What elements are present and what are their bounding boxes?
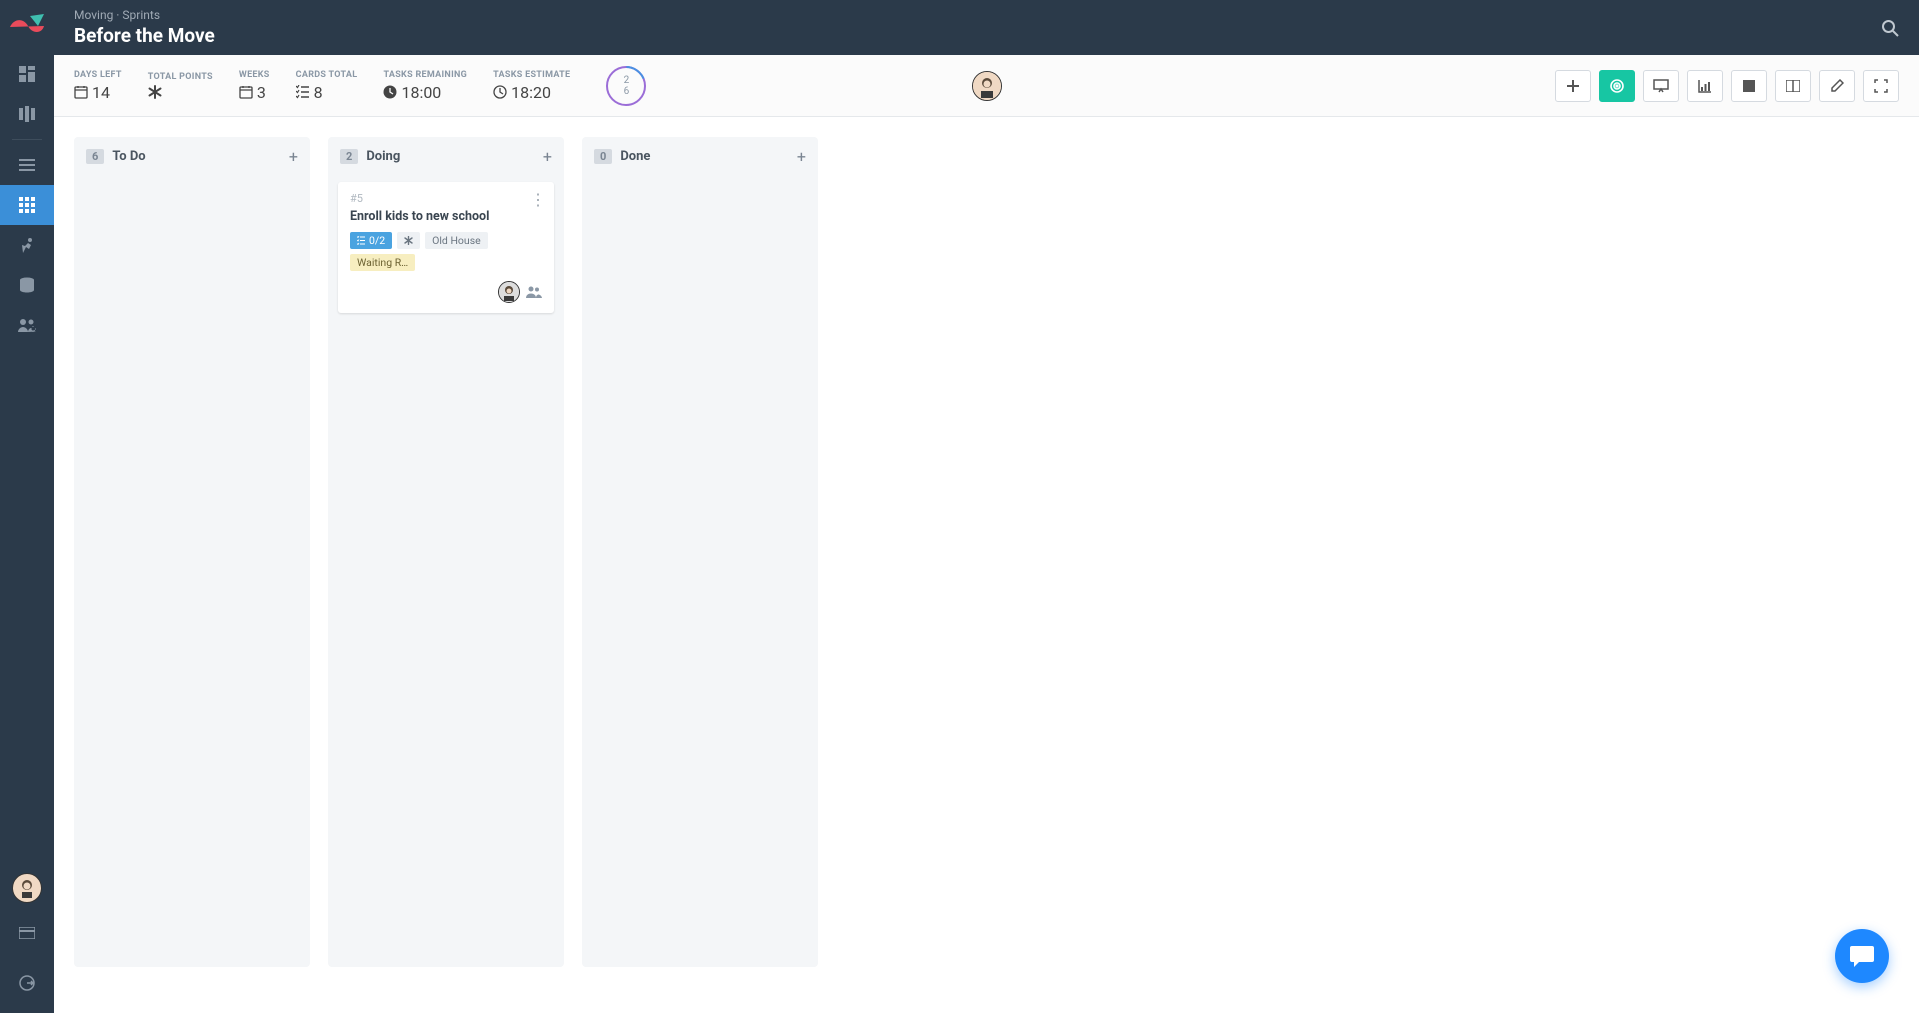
- left-sidebar: [0, 0, 54, 1013]
- list-icon: [19, 157, 35, 173]
- logout-icon: [19, 975, 35, 991]
- column-add-button[interactable]: +: [797, 147, 806, 166]
- stat-cards-total: CARDS TOTAL 8: [296, 70, 358, 102]
- plus-icon: [1567, 80, 1579, 92]
- checklist-icon: [357, 236, 366, 245]
- header-search-button[interactable]: [1881, 19, 1899, 37]
- checklist-icon: [296, 85, 310, 99]
- card-id: #5: [350, 192, 542, 205]
- columns-icon: [19, 106, 35, 122]
- assignee-avatar-header[interactable]: [972, 71, 1002, 101]
- database-icon: [19, 277, 35, 293]
- search-icon: [1881, 19, 1899, 37]
- breadcrumb[interactable]: Moving · Sprints: [74, 8, 215, 22]
- card-tag-waiting[interactable]: Waiting R…: [350, 254, 415, 271]
- column-count: 2: [340, 149, 358, 164]
- toolbar-fullscreen-button[interactable]: [1863, 70, 1899, 102]
- toolbar-edit-button[interactable]: [1819, 70, 1855, 102]
- fullscreen-icon: [1874, 79, 1888, 93]
- clock-outline-icon: [493, 85, 507, 99]
- toolbar-add-button[interactable]: [1555, 70, 1591, 102]
- top-header: Moving · Sprints Before the Move: [54, 0, 1919, 55]
- stat-tasks-remaining: TASKS REMAINING 18:00: [383, 70, 467, 102]
- chat-bubble-button[interactable]: [1835, 929, 1889, 983]
- kanban-board: 6 To Do + 2 Doing + #5 ⋮ Enroll kids to …: [54, 117, 1919, 1013]
- card-add-assignee-button[interactable]: [526, 286, 542, 298]
- progress-ring[interactable]: 2 6: [606, 66, 646, 106]
- page-title: Before the Move: [74, 24, 215, 47]
- card-tasks-badge[interactable]: 0/2: [350, 232, 392, 249]
- sidebar-card-icon[interactable]: [0, 913, 54, 953]
- kanban-card[interactable]: #5 ⋮ Enroll kids to new school 0/2 Old H…: [338, 182, 554, 313]
- running-icon: [19, 237, 35, 253]
- grid-icon: [19, 197, 35, 213]
- sidebar-team[interactable]: [0, 305, 54, 345]
- card-menu-button[interactable]: ⋮: [530, 190, 546, 209]
- stat-tasks-estimate: TASKS ESTIMATE 18:20: [493, 70, 570, 102]
- app-logo[interactable]: [0, 0, 54, 54]
- dots-vertical-icon: ⋮: [530, 190, 546, 209]
- column-count: 6: [86, 149, 104, 164]
- calendar-icon: [239, 85, 253, 99]
- column-title: Done: [620, 149, 650, 164]
- toolbar-present-button[interactable]: [1643, 70, 1679, 102]
- presentation-icon: [1653, 79, 1669, 93]
- sidebar-logout[interactable]: [0, 963, 54, 1003]
- chat-icon: [1849, 944, 1875, 968]
- sidebar-database[interactable]: [0, 265, 54, 305]
- layout-icon: [1786, 80, 1800, 92]
- column-done[interactable]: 0 Done +: [582, 137, 818, 967]
- target-icon: [1609, 78, 1625, 94]
- column-add-button[interactable]: +: [289, 147, 298, 166]
- card-icon: [19, 927, 35, 939]
- dashboard-icon: [19, 66, 35, 82]
- toolbar-chart-button[interactable]: [1687, 70, 1723, 102]
- people-icon: [526, 286, 542, 298]
- asterisk-icon: [404, 236, 413, 245]
- stat-days-left: DAYS LEFT 14: [74, 70, 122, 102]
- card-title: Enroll kids to new school: [350, 209, 542, 224]
- column-todo[interactable]: 6 To Do +: [74, 137, 310, 967]
- stat-weeks: WEEKS 3: [239, 70, 270, 102]
- card-points-badge[interactable]: [397, 232, 420, 249]
- toolbar-target-button[interactable]: [1599, 70, 1635, 102]
- sidebar-grid[interactable]: [0, 185, 54, 225]
- column-title: Doing: [366, 149, 400, 164]
- sidebar-dashboard[interactable]: [0, 54, 54, 94]
- card-tag-oldhouse[interactable]: Old House: [425, 232, 488, 249]
- stats-bar: DAYS LEFT 14 TOTAL POINTS WEEKS 3 CARDS …: [54, 55, 1919, 117]
- stat-total-points: TOTAL POINTS: [148, 72, 213, 99]
- column-add-button[interactable]: +: [543, 147, 552, 166]
- toolbar: [1555, 70, 1899, 102]
- column-count: 0: [594, 149, 612, 164]
- asterisk-icon: [148, 85, 162, 99]
- sidebar-user-avatar[interactable]: [12, 873, 42, 903]
- stop-icon: [1743, 80, 1755, 92]
- chart-icon: [1698, 79, 1712, 93]
- team-icon: [18, 317, 36, 333]
- toolbar-layout-button[interactable]: [1775, 70, 1811, 102]
- column-doing[interactable]: 2 Doing + #5 ⋮ Enroll kids to new school…: [328, 137, 564, 967]
- calendar-icon: [74, 85, 88, 99]
- card-assignee-avatar[interactable]: [498, 281, 520, 303]
- sidebar-list[interactable]: [0, 145, 54, 185]
- edit-icon: [1830, 79, 1844, 93]
- column-title: To Do: [112, 149, 145, 164]
- sidebar-boards[interactable]: [0, 94, 54, 134]
- sidebar-sprints[interactable]: [0, 225, 54, 265]
- toolbar-stop-button[interactable]: [1731, 70, 1767, 102]
- clock-solid-icon: [383, 85, 397, 99]
